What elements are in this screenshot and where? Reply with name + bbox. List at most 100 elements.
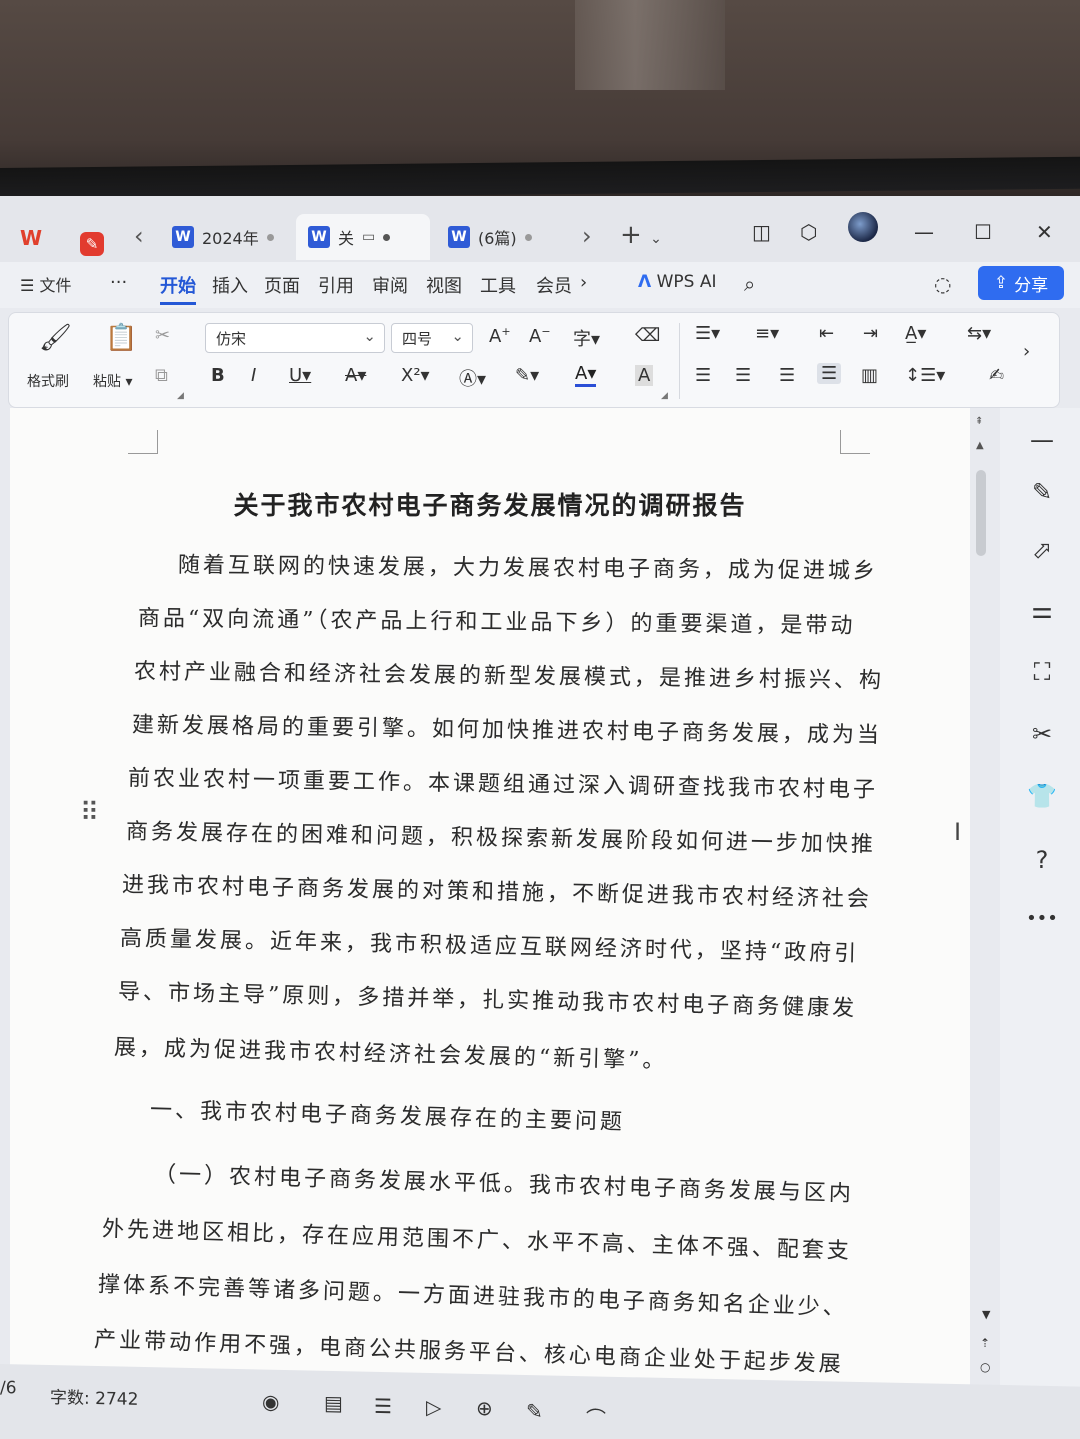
forward-icon[interactable]: › [582, 222, 592, 250]
help-icon[interactable]: ? [1026, 846, 1058, 874]
font-family-select[interactable]: 仿宋 ⌄ [205, 323, 385, 353]
tab-close-dot[interactable] [524, 233, 532, 241]
tab-insert[interactable]: 插入 [212, 272, 248, 298]
scrollbar-thumb[interactable] [976, 470, 986, 556]
adjust-icon[interactable]: ⚌ [1026, 596, 1058, 624]
more-icon[interactable]: ••• [1026, 908, 1058, 929]
chat-icon[interactable]: ◌ [934, 272, 951, 296]
paragraph-line: 随着互联网的快速发展，大力发展农村电子商务，成为促进城乡 [177, 552, 879, 585]
superscript-icon[interactable]: X²▾ [401, 365, 430, 386]
format-painter-label[interactable]: 格式刷 [27, 371, 69, 391]
box-icon[interactable]: ⬡ [800, 220, 817, 244]
shrink-font-icon[interactable]: A− [529, 325, 551, 347]
chevron-down-icon: ⌄ [451, 327, 464, 345]
tab-references[interactable]: 引用 [318, 272, 354, 298]
tab-close-dot[interactable] [266, 233, 274, 241]
scroll-top-icon[interactable]: ⇞ [975, 416, 983, 427]
tab-document-active[interactable]: W 关 ▭ [296, 214, 430, 260]
menu-more[interactable]: ··· [110, 272, 127, 293]
avatar[interactable] [848, 212, 878, 242]
word-count[interactable]: 字数: 2742 [50, 1383, 138, 1410]
line-spacing-icon[interactable]: ↕☰▾ [905, 365, 945, 386]
underline-icon[interactable]: U▾ [289, 365, 311, 386]
edit-icon[interactable]: ✎ [526, 1399, 543, 1423]
tools-icon[interactable]: ✂ [1026, 720, 1058, 748]
layout-icon[interactable]: ◫ [752, 220, 771, 244]
web-view-icon[interactable]: ⊕ [476, 1396, 493, 1420]
paste-icon[interactable]: 📋 [105, 323, 137, 353]
ribbon-expand-icon[interactable]: › [1023, 341, 1030, 362]
document-page[interactable]: 关于我市农村电子商务发展情况的调研报告 随着互联网的快速发展，大力发展农村电子商… [10, 408, 970, 1408]
collapse-icon[interactable]: — [1026, 426, 1058, 454]
align-right-icon[interactable]: ☰ [779, 365, 795, 386]
menu-scroll-right-icon[interactable]: › [580, 272, 587, 293]
tab-view[interactable]: 视图 [426, 272, 462, 298]
cut-icon[interactable]: ✂ [155, 325, 170, 346]
copy-icon[interactable]: ⧉ [155, 365, 168, 386]
scroll-down-icon[interactable]: ▼ [982, 1308, 990, 1321]
align-center-icon[interactable]: ☰ [735, 365, 751, 386]
tab-tools[interactable]: 工具 [480, 272, 516, 298]
bullets-icon[interactable]: ☰▾ [695, 323, 720, 344]
decrease-indent-icon[interactable]: ⇤ [819, 323, 834, 344]
select-arrow-icon[interactable]: ⬀ [1026, 536, 1058, 564]
tab-document-2024[interactable]: W 2024年 [160, 214, 286, 260]
sort-icon[interactable]: ⇆▾ [967, 323, 991, 344]
phonetic-guide-icon[interactable]: 字▾ [573, 325, 600, 351]
wps-ai-button[interactable]: Ʌ WPS AI [638, 272, 716, 292]
tab-member[interactable]: 会员 [536, 272, 572, 298]
drag-handle-icon[interactable]: ⠿ [80, 800, 99, 826]
text-effect-icon[interactable]: Ⓐ▾ [459, 365, 486, 391]
minimize-icon[interactable]: — [914, 220, 934, 244]
tab-review[interactable]: 审阅 [372, 272, 408, 298]
highlight-icon[interactable]: ✎▾ [515, 365, 539, 386]
browse-object-icon[interactable]: ○ [980, 1360, 990, 1374]
char-shading-icon[interactable]: A [635, 365, 654, 386]
wps-logo-icon[interactable]: W [20, 226, 42, 250]
align-left-icon[interactable]: ☰ [695, 365, 711, 386]
menu-file[interactable]: ☰ 文件 [20, 272, 71, 296]
search-icon[interactable]: ⌕ [744, 272, 755, 296]
shirt-icon[interactable]: 👕 [1026, 782, 1058, 810]
tab-page[interactable]: 页面 [264, 272, 300, 298]
font-size-select[interactable]: 四号 ⌄ [391, 323, 473, 353]
tab-document-6[interactable]: W (6篇) [436, 214, 570, 260]
image-tool-icon[interactable]: ⛶ [1026, 658, 1058, 686]
italic-icon[interactable]: I [251, 365, 256, 386]
vertical-scrollbar[interactable]: ⇞ ▲ [972, 408, 990, 1408]
clipboard-expand-icon[interactable]: ◢ [177, 391, 184, 401]
distributed-align-icon[interactable]: ▥ [861, 365, 878, 386]
text-direction-icon[interactable]: A̲▾ [905, 323, 926, 344]
plus-icon[interactable]: + ⌄ [620, 220, 662, 250]
tab-home[interactable]: 开始 [160, 272, 196, 305]
font-color-icon[interactable]: A▾ [575, 363, 597, 387]
scroll-up-icon[interactable]: ▲ [976, 440, 984, 451]
back-icon[interactable]: ‹ [134, 222, 144, 250]
page-indicator[interactable]: /6 [0, 1378, 17, 1398]
justify-icon[interactable]: ☰ [817, 363, 842, 384]
paragraph-icon[interactable]: ✍ [989, 365, 1004, 386]
prev-page-icon[interactable]: ⇡ [980, 1336, 990, 1350]
paragraph-line: 农村产业融合和经济社会发展的新型发展模式，是推进乡村振兴、构 [133, 659, 885, 694]
outline-icon[interactable]: ☰ [374, 1394, 392, 1418]
pdf-icon[interactable]: ✎ [80, 232, 104, 256]
pen-icon[interactable]: ✎ [1026, 478, 1058, 506]
bold-icon[interactable]: B [211, 365, 225, 386]
font-expand-icon[interactable]: ◢ [661, 391, 668, 401]
clear-format-icon[interactable]: ⌫ [635, 325, 660, 346]
strikethrough-icon[interactable]: A▾ [345, 365, 366, 386]
eye-icon[interactable]: ◉ [262, 1389, 279, 1413]
maximize-icon[interactable]: ☐ [974, 220, 992, 244]
play-icon[interactable]: ▷ [426, 1395, 441, 1419]
close-icon[interactable]: ✕ [1036, 220, 1053, 244]
grow-font-icon[interactable]: A+ [489, 325, 511, 347]
increase-indent-icon[interactable]: ⇥ [863, 323, 878, 344]
page-view-icon[interactable]: ▤ [324, 1391, 343, 1415]
format-painter-icon[interactable]: 🖌 [39, 323, 72, 353]
share-button[interactable]: ⇪ 分享 [978, 266, 1064, 300]
paste-label[interactable]: 粘贴 ▾ [93, 371, 132, 391]
tab-close-dot[interactable] [383, 233, 391, 241]
link-icon[interactable]: ⌒ [586, 1402, 606, 1431]
numbering-icon[interactable]: ≡▾ [755, 323, 779, 344]
word-doc-icon: W [308, 226, 330, 248]
